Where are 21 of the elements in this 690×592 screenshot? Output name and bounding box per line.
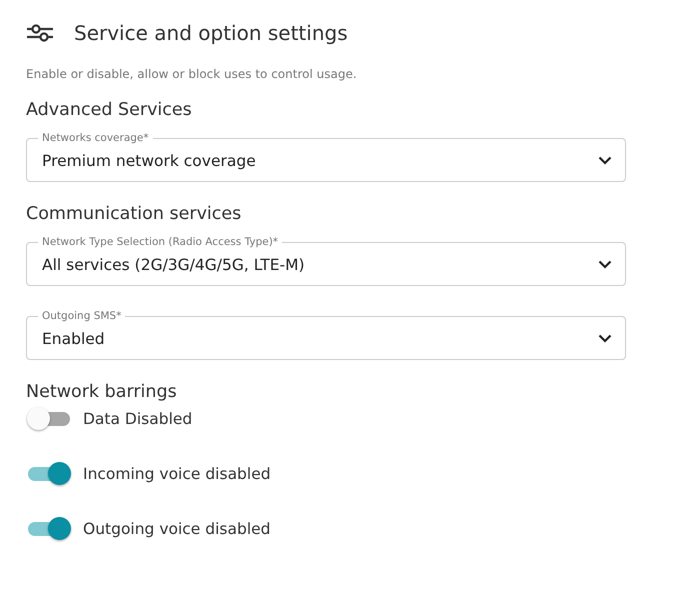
field-value: Enabled [42, 330, 105, 348]
field-value: All services (2G/3G/4G/5G, LTE-M) [42, 256, 305, 274]
sliders-icon [26, 23, 54, 43]
chevron-down-icon [598, 260, 612, 268]
field-label: Networks coverage* [38, 131, 153, 145]
toggle-switch[interactable] [26, 461, 72, 487]
chevron-down-icon [598, 156, 612, 164]
page-description: Enable or disable, allow or block uses to control usage. [26, 67, 358, 81]
section-heading: Advanced Services [26, 100, 193, 120]
field-label: Outgoing SMS* [38, 309, 126, 323]
field-label: Network Type Selection (Radio Access Type)* [38, 235, 282, 249]
toggle-label: Outgoing voice disabled [83, 520, 271, 538]
toggle-switch[interactable] [26, 406, 72, 432]
toggle-switch[interactable] [26, 516, 72, 542]
chevron-down-icon [598, 334, 612, 342]
section-heading: Communication services [26, 204, 242, 224]
toggle-label: Data Disabled [83, 410, 192, 428]
page-title: Service and option settings [74, 21, 348, 45]
field-value: Premium network coverage [42, 152, 256, 170]
toggle-label: Incoming voice disabled [83, 465, 271, 483]
section-heading: Network barrings [26, 382, 178, 402]
